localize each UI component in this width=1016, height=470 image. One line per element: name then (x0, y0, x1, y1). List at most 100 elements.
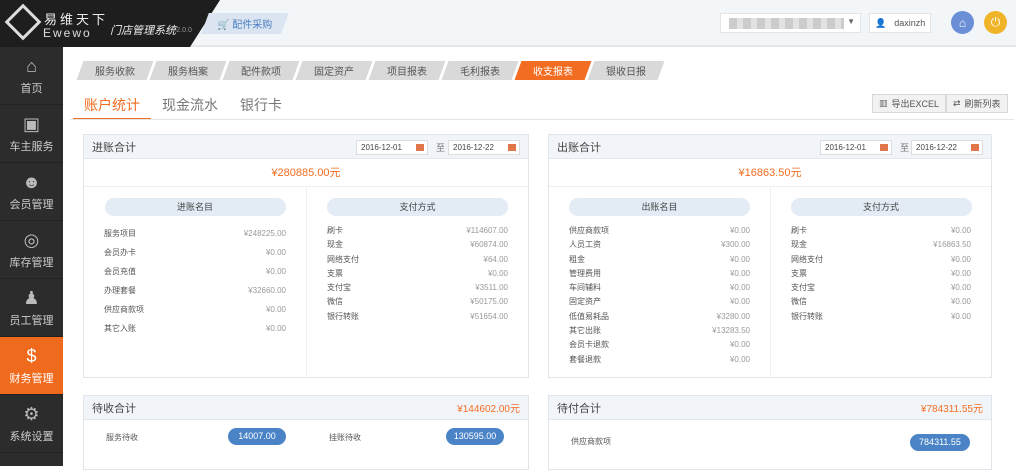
tab-label: 配件款项 (241, 67, 281, 78)
date-value: 2016-12-01 (361, 143, 402, 152)
finance-icon: $ (26, 345, 37, 366)
list-item: 租金 ¥0.00 (549, 253, 770, 267)
calendar-icon (508, 144, 516, 151)
gear-icon: ⚙ (23, 403, 40, 424)
refresh-list-button[interactable]: ⇄ 刷新列表 (946, 94, 1008, 113)
list-item: 固定资产 ¥0.00 (549, 295, 770, 309)
export-excel-button[interactable]: ▥ 导出EXCEL (872, 94, 947, 113)
item-value: ¥0.00 (950, 311, 971, 321)
date-value: 2016-12-22 (916, 143, 957, 152)
top-header: 易维天下 Ewewo 门店管理系统 T2.0.0 🛒 配件采购 ▼ 👤 daxin… (0, 0, 1016, 47)
sub-tabs: 账户统计 现金流水 银行卡 (73, 95, 293, 120)
list-item: 人员工资 ¥300.00 (549, 238, 770, 252)
date-to-input[interactable]: 2016-12-22 (911, 140, 983, 155)
column-header: 进账名目 (104, 198, 286, 216)
item-value: ¥0.00 (950, 283, 971, 293)
item-value: ¥0.00 (950, 297, 971, 307)
sidebar-item-owner-service[interactable]: ▣ 车主服务 (0, 105, 63, 163)
service-receivable-label: 服务待收 (106, 433, 138, 442)
tab-cash-flow[interactable]: 现金流水 (151, 95, 229, 120)
date-value: 2016-12-01 (825, 143, 866, 152)
item-value: ¥0.00 (729, 268, 750, 278)
parts-purchase-button[interactable]: 🛒 配件采购 (201, 13, 289, 34)
tab-gross-profit[interactable]: 毛利报表 (441, 61, 519, 80)
item-label: 低值易耗品 (569, 311, 609, 321)
date-from-input[interactable]: 2016-12-01 (356, 140, 428, 155)
tab-project-report[interactable]: 项目报表 (368, 61, 446, 80)
list-item: 刷卡 ¥0.00 (771, 224, 991, 238)
home-icon: ⌂ (26, 55, 37, 76)
column-header: 支付方式 (327, 198, 508, 216)
receivable-total: ¥144602.00元 (457, 404, 520, 415)
sidebar-item-members[interactable]: ☻ 会员管理 (0, 163, 63, 221)
logo-mark-icon (4, 3, 42, 41)
income-panel: 进账合计 2016-12-01 至 2016-12-22 ¥280885.00元… (83, 134, 529, 378)
item-value: ¥0.00 (265, 305, 286, 314)
panel-title: 进账合计 (92, 141, 136, 154)
user-button[interactable]: 👤 daxinzh (869, 13, 931, 33)
item-label: 银行转账 (327, 311, 359, 321)
item-value: ¥0.00 (729, 354, 750, 364)
list-item: 支票 ¥0.00 (307, 267, 528, 281)
tab-account-stats[interactable]: 账户统计 (73, 95, 151, 120)
store-select[interactable]: ▼ (720, 13, 861, 33)
item-label: 供应商款项 (104, 305, 144, 314)
excel-icon: ▥ (879, 98, 888, 108)
sidebar-label: 系统设置 (9, 430, 54, 443)
column-header: 出账名目 (569, 198, 750, 216)
tab-parts-payment[interactable]: 配件款项 (222, 61, 300, 80)
service-receivable-value[interactable]: 14007.00 (228, 428, 286, 445)
id-card-icon: ▣ (22, 113, 40, 134)
supplier-payable-value[interactable]: 784311.55 (910, 434, 970, 451)
expense-panel: 出账合计 2016-12-01 至 2016-12-22 ¥16863.50元 … (548, 134, 992, 378)
list-item: 管理费用 ¥0.00 (549, 267, 770, 281)
store-name-blurred (729, 18, 844, 29)
tab-bank-card[interactable]: 银行卡 (229, 95, 293, 120)
panel-title: 待收合计 (92, 402, 136, 415)
list-item: 车间辅料 ¥0.00 (549, 281, 770, 295)
list-item: 微信 ¥0.00 (771, 295, 991, 309)
sidebar-item-finance[interactable]: $ 财务管理 (0, 337, 63, 395)
item-label: 服务项目 (104, 229, 136, 238)
item-value: ¥0.00 (950, 254, 971, 264)
item-label: 现金 (791, 240, 807, 250)
item-label: 会员充值 (104, 267, 136, 276)
item-value: ¥0.00 (265, 267, 286, 276)
tab-bank-daily[interactable]: 银收日报 (587, 61, 665, 80)
income-payments: 支付方式 刷卡 ¥114607.00 现金 ¥60874.00 网络支付 ¥64.00 支票… (306, 188, 528, 378)
list-item: 供应商款项 ¥0.00 (84, 300, 306, 319)
chevron-down-icon: ▼ (847, 17, 855, 26)
item-label: 租金 (569, 254, 585, 264)
tab-service-payment[interactable]: 服务收款 (76, 61, 154, 80)
to-label: 至 (436, 143, 446, 153)
tab-fixed-assets[interactable]: 固定资产 (295, 61, 373, 80)
list-item: 支付宝 ¥0.00 (771, 281, 991, 295)
credit-receivable-value[interactable]: 130595.00 (446, 428, 504, 445)
date-to-input[interactable]: 2016-12-22 (448, 140, 520, 155)
item-value: ¥0.00 (729, 297, 750, 307)
sidebar-item-inventory[interactable]: ◎ 库存管理 (0, 221, 63, 279)
list-item: 供应商款项 ¥0.00 (549, 224, 770, 238)
export-label: 导出EXCEL (891, 99, 940, 109)
item-label: 会员办卡 (104, 248, 136, 257)
brand-en: Ewewo (43, 26, 92, 40)
item-label: 支付宝 (327, 283, 351, 293)
sidebar-item-staff[interactable]: ♟ 员工管理 (0, 279, 63, 337)
to-label: 至 (900, 143, 910, 153)
tab-label: 收支报表 (533, 67, 573, 78)
tab-service-records[interactable]: 服务档案 (149, 61, 227, 80)
home-icon[interactable]: ⌂ (951, 11, 974, 34)
sidebar: ⌂ 首页 ▣ 车主服务 ☻ 会员管理 ◎ 库存管理 ♟ 员工管理 $ 财务管理 ⚙ 系统设置 (0, 47, 63, 466)
divider (70, 119, 1014, 120)
tab-income-expense[interactable]: 收支报表 (514, 61, 592, 80)
item-label: 网络支付 (327, 254, 359, 264)
date-from-input[interactable]: 2016-12-01 (820, 140, 892, 155)
item-label: 车间辅料 (569, 283, 601, 293)
item-value: ¥13283.50 (712, 326, 750, 336)
sidebar-item-settings[interactable]: ⚙ 系统设置 (0, 395, 63, 453)
sidebar-item-home[interactable]: ⌂ 首页 (0, 47, 63, 105)
item-value: ¥0.00 (487, 268, 508, 278)
power-icon[interactable]: ⏻ (984, 11, 1007, 34)
expense-items: 出账名目 供应商款项 ¥0.00 人员工资 ¥300.00 租金 ¥0.00 管理费用 ¥0.… (549, 188, 770, 378)
item-value: ¥0.00 (729, 340, 750, 350)
